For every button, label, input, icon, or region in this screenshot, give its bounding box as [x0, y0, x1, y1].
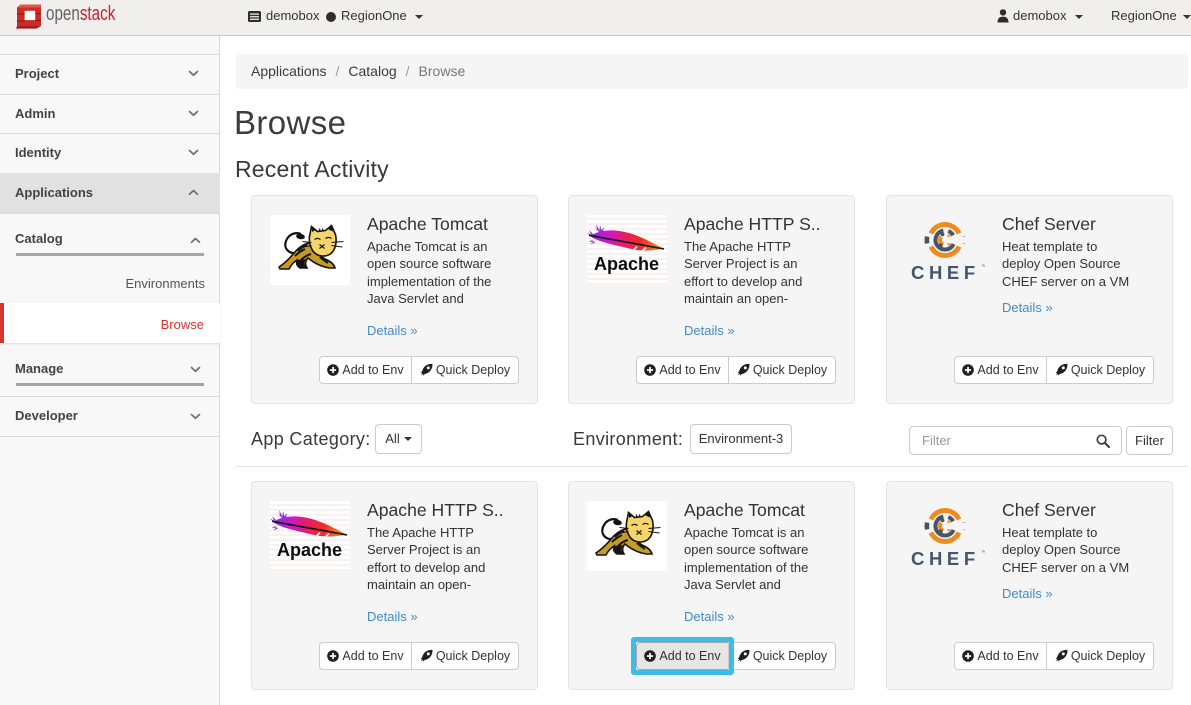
- svg-text:Apache: Apache: [277, 540, 342, 560]
- svg-text:™: ™: [981, 550, 985, 556]
- svg-text:CHEF: CHEF: [911, 262, 980, 280]
- svg-text:Apache: Apache: [594, 254, 659, 274]
- svg-text:CHEF: CHEF: [911, 548, 980, 566]
- svg-text:™: ™: [981, 264, 985, 270]
